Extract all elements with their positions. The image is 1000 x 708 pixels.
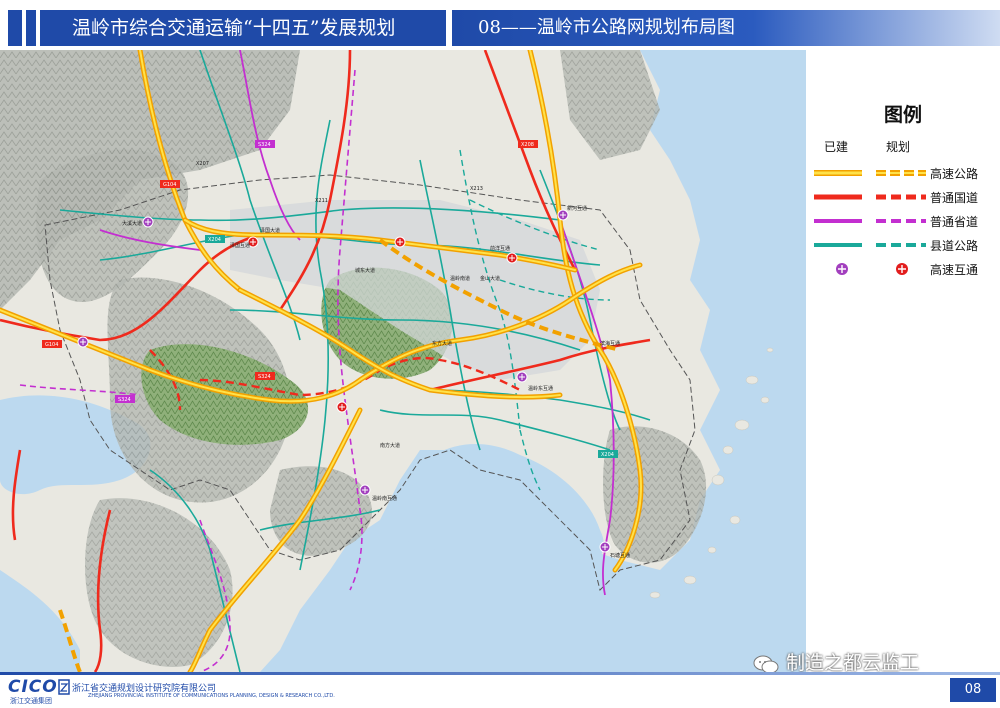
- watermark-text: 制造之都云监工: [786, 652, 920, 674]
- cico-logo-subtitle: 浙江交通集团: [10, 697, 52, 705]
- interchange-icon: [836, 263, 908, 275]
- map-label: X211: [315, 198, 328, 204]
- map-label: 滨海互通: [600, 340, 620, 347]
- page-number: 08: [950, 678, 996, 702]
- institute-name-en: ZHEJIANG PROVINCIAL INSTITUTE OF COMMUNI…: [88, 693, 335, 699]
- map-label: X213: [470, 186, 483, 192]
- zjic-logo-icon: [58, 679, 70, 695]
- legend-row-provincial: 普通省道: [806, 211, 1000, 235]
- legend-label: 高速互通: [930, 263, 979, 277]
- road-tag: X204: [598, 450, 618, 458]
- map-label: 南方大道: [380, 442, 400, 449]
- interchange-icon[interactable]: [516, 371, 528, 383]
- interchange-icon[interactable]: [394, 236, 406, 248]
- road-tag-label: S324: [258, 142, 271, 148]
- footer-divider: [0, 672, 1000, 675]
- interchange-icon[interactable]: [336, 401, 348, 413]
- road-tag-label: X204: [601, 452, 614, 458]
- interchange-icon[interactable]: [599, 541, 611, 553]
- road-tag: X204: [205, 235, 225, 243]
- legend-label: 高速公路: [930, 167, 979, 181]
- road-tag-label: X204: [208, 237, 221, 243]
- legend-row-interchange: 高速互通: [806, 259, 1000, 283]
- road-tag-label: S324: [258, 374, 271, 380]
- map-legend: 图例 已建 规划 高速公路 普通国道 普通省道 县道公路 高速互通: [806, 50, 1000, 672]
- map-label: 泽国互通: [230, 242, 250, 249]
- map-label: 东方大道: [432, 340, 452, 347]
- road-tag: S324: [255, 140, 275, 148]
- legend-row-expressway: 高速公路: [806, 163, 1000, 187]
- interchange-icon[interactable]: [359, 484, 371, 496]
- legend-label: 普通国道: [930, 191, 979, 205]
- map-label: 大溪大道: [122, 220, 142, 227]
- legend-label: 县道公路: [930, 239, 979, 253]
- road-tag-label: G104: [45, 342, 58, 348]
- header-accent-bar: [26, 10, 36, 46]
- county-road-line-icon: [814, 243, 926, 247]
- interchange-icon[interactable]: [77, 336, 89, 348]
- legend-column-planned: 规划: [886, 140, 911, 154]
- map-label: 金山大道: [480, 275, 500, 282]
- road-network-map[interactable]: G104 G104 S324 S324 S324 X204 X204 X208 …: [0, 50, 806, 672]
- legend-row-national: 普通国道: [806, 187, 1000, 211]
- map-label: 泽国大道: [260, 227, 280, 234]
- legend-column-built: 已建: [824, 140, 849, 154]
- legend-title: 图例: [883, 104, 922, 126]
- map-label: 温岭东互通: [528, 385, 553, 392]
- map-title: 08——温岭市公路网规划布局图: [452, 10, 1000, 46]
- road-tag-label: G104: [163, 182, 176, 188]
- provincial-road-line-icon: [814, 219, 926, 223]
- expressway-line-icon: [814, 170, 926, 176]
- legend-label: 普通省道: [930, 215, 979, 229]
- map-label: 石塘互通: [610, 552, 630, 559]
- interchange-icon[interactable]: [506, 252, 518, 264]
- road-tag: S324: [115, 395, 135, 403]
- interchange-icon[interactable]: [142, 216, 154, 228]
- national-road-line-icon: [814, 194, 926, 200]
- map-label: 前洋互通: [490, 245, 510, 252]
- road-tag-label: S324: [118, 397, 131, 403]
- header-accent-bar: [8, 10, 22, 46]
- header-bar: 温岭市综合交通运输“十四五”发展规划 08——温岭市公路网规划布局图: [0, 0, 1000, 50]
- document-title: 温岭市综合交通运输“十四五”发展规划: [40, 10, 446, 46]
- legend-row-county: 县道公路: [806, 235, 1000, 259]
- road-tag-label: X208: [521, 142, 534, 148]
- map-label: X207: [196, 161, 209, 167]
- road-tag: G104: [160, 180, 180, 188]
- map-label: 城东大道: [355, 267, 375, 274]
- map-label: 温岭南互通: [372, 495, 397, 502]
- map-label: 温岭南道: [450, 275, 470, 282]
- road-tag: X208: [518, 140, 538, 148]
- road-tag: G104: [42, 340, 62, 348]
- road-tag: S324: [255, 372, 275, 380]
- map-label: 新河互通: [567, 205, 587, 212]
- footer: CICO 浙江交通集团 浙江省交通规划设计研究院有限公司 ZHEJIANG PR…: [0, 672, 1000, 708]
- cico-logo: CICO: [8, 677, 58, 697]
